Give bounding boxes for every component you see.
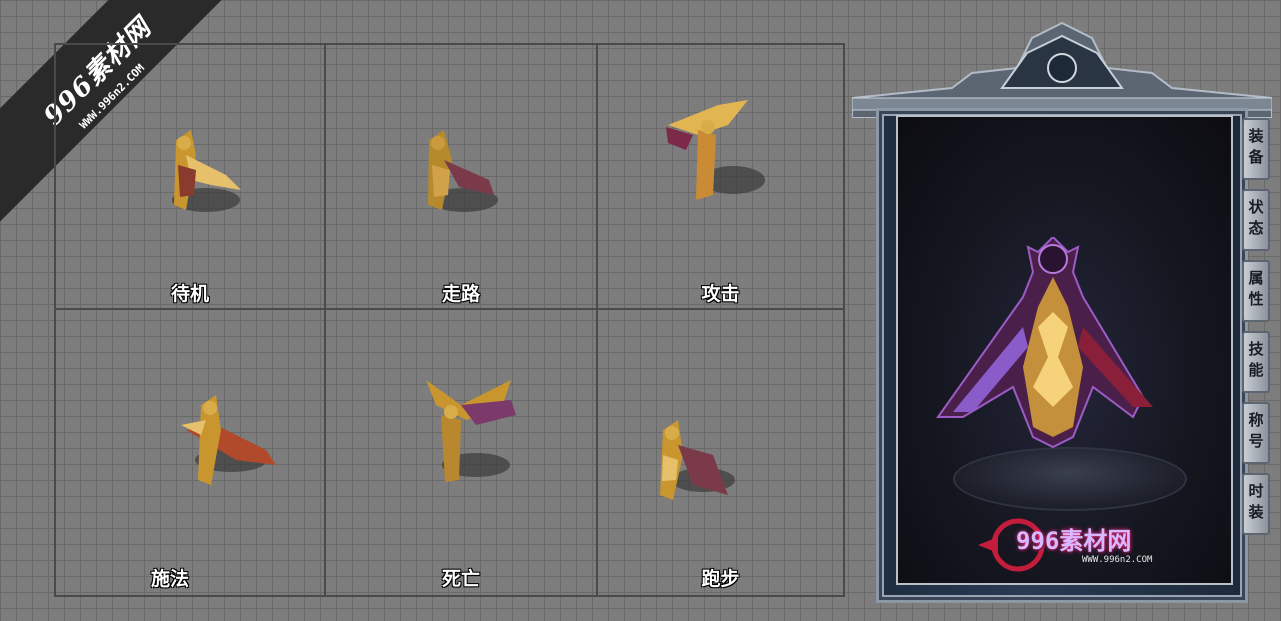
site-logo: 996素材网 WWW.996n2.COM	[978, 515, 1198, 575]
tab-skills[interactable]: 技能	[1242, 331, 1270, 393]
walk-sprite	[428, 130, 498, 212]
anim-cell-death[interactable]: 死亡	[324, 308, 598, 597]
anim-cell-idle[interactable]: 待机	[54, 43, 326, 310]
tab-status[interactable]: 状态	[1242, 189, 1270, 251]
death-sprite	[426, 380, 516, 482]
logo-url: WWW.996n2.COM	[1082, 555, 1153, 565]
anim-label-cast: 施法	[150, 568, 189, 590]
run-sprite	[660, 420, 735, 500]
anim-cell-cast[interactable]: 施法	[54, 308, 326, 597]
animation-grid: 待机 走路 攻击 施法 死亡 跑步	[54, 43, 845, 597]
panel-crown-ornament	[852, 21, 1272, 118]
tab-fashion-label: 时装	[1246, 483, 1265, 525]
anim-label-idle: 待机	[170, 283, 209, 305]
anim-cell-run[interactable]: 跑步	[596, 308, 845, 597]
tab-equipment[interactable]: 装备	[1242, 118, 1270, 180]
tab-attributes-label: 属性	[1246, 270, 1265, 312]
tab-status-label: 状态	[1246, 199, 1265, 241]
tab-fashion[interactable]: 时装	[1242, 473, 1270, 535]
panel-tabs: 装备 状态 属性 技能 称号 时装	[1242, 118, 1272, 544]
tab-titles-label: 称号	[1246, 412, 1265, 454]
idle-sprite	[172, 130, 241, 212]
anim-label-attack: 攻击	[701, 283, 740, 305]
anim-label-run: 跑步	[701, 568, 740, 590]
character-viewport: 996素材网 WWW.996n2.COM	[896, 115, 1233, 585]
tab-titles[interactable]: 称号	[1242, 402, 1270, 464]
logo-text: 996素材网	[1016, 527, 1132, 555]
winged-cape-model	[936, 237, 1153, 449]
tab-skills-label: 技能	[1246, 341, 1265, 383]
anim-cell-attack[interactable]: 攻击	[596, 43, 845, 310]
anim-label-walk: 走路	[441, 283, 480, 305]
anim-label-death: 死亡	[441, 568, 480, 590]
attack-sprite	[666, 100, 765, 200]
cast-sprite	[181, 395, 276, 485]
tab-equipment-label: 装备	[1246, 128, 1265, 170]
anim-cell-walk[interactable]: 走路	[324, 43, 598, 310]
tab-attributes[interactable]: 属性	[1242, 260, 1270, 322]
